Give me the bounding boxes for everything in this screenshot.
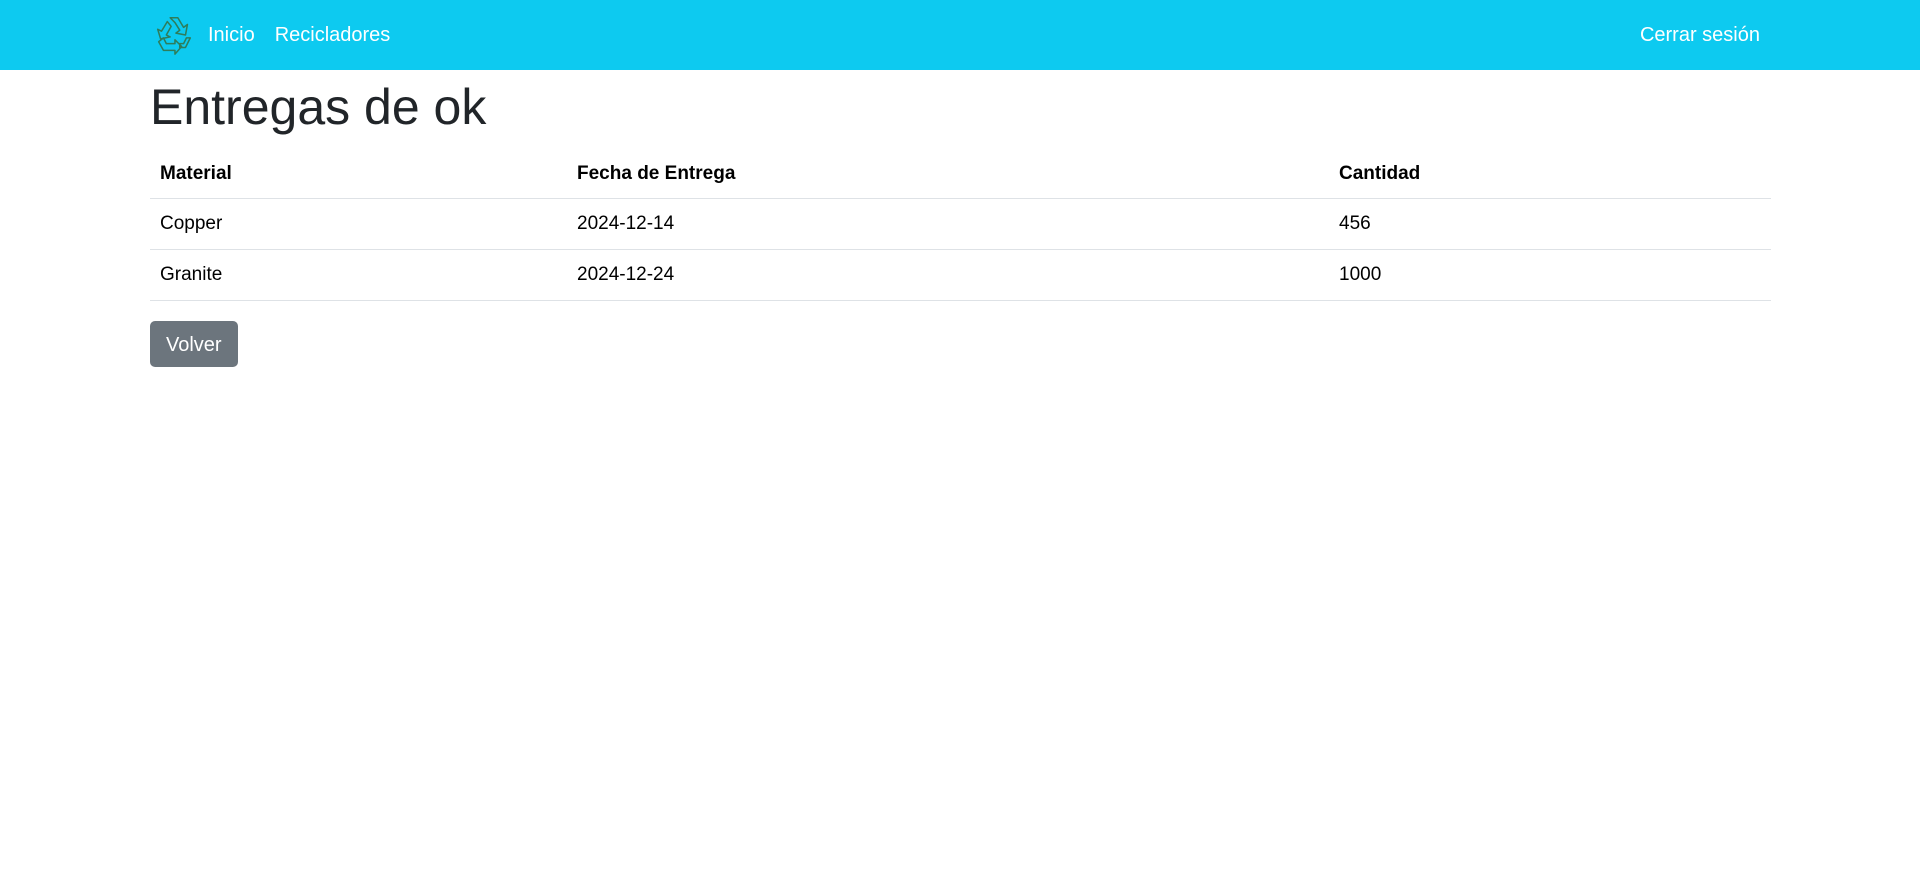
page-title: Entregas de ok xyxy=(150,79,487,135)
nav-link-inicio[interactable]: Inicio xyxy=(208,0,255,70)
cell-material: Copper xyxy=(150,198,567,250)
table-row: Copper 2024-12-14 456 xyxy=(150,198,1771,250)
back-button[interactable]: Volver xyxy=(150,321,238,367)
nav-link-recicladores[interactable]: Recicladores xyxy=(275,0,391,70)
table-row: Granite 2024-12-24 1000 xyxy=(150,249,1771,301)
header-material: Material xyxy=(150,150,567,199)
cell-cantidad: 456 xyxy=(1329,198,1771,250)
navbar-content: Inicio Recicladores Cerrar sesión xyxy=(150,0,1770,70)
header-fecha-entrega: Fecha de Entrega xyxy=(567,150,1329,199)
cell-fecha: 2024-12-24 xyxy=(567,249,1329,301)
table-header-row: Material Fecha de Entrega Cantidad xyxy=(150,150,1771,199)
cell-cantidad: 1000 xyxy=(1329,249,1771,301)
header-cantidad: Cantidad xyxy=(1329,150,1771,199)
deliveries-table: Material Fecha de Entrega Cantidad Coppe… xyxy=(150,150,1771,301)
cell-fecha: 2024-12-14 xyxy=(567,198,1329,250)
top-navbar: Inicio Recicladores Cerrar sesión xyxy=(0,0,1920,70)
recycle-icon[interactable] xyxy=(150,11,198,59)
logout-link[interactable]: Cerrar sesión xyxy=(1640,0,1760,70)
main-content: Entregas de ok Material Fecha de Entrega… xyxy=(150,70,1771,367)
cell-material: Granite xyxy=(150,249,567,301)
